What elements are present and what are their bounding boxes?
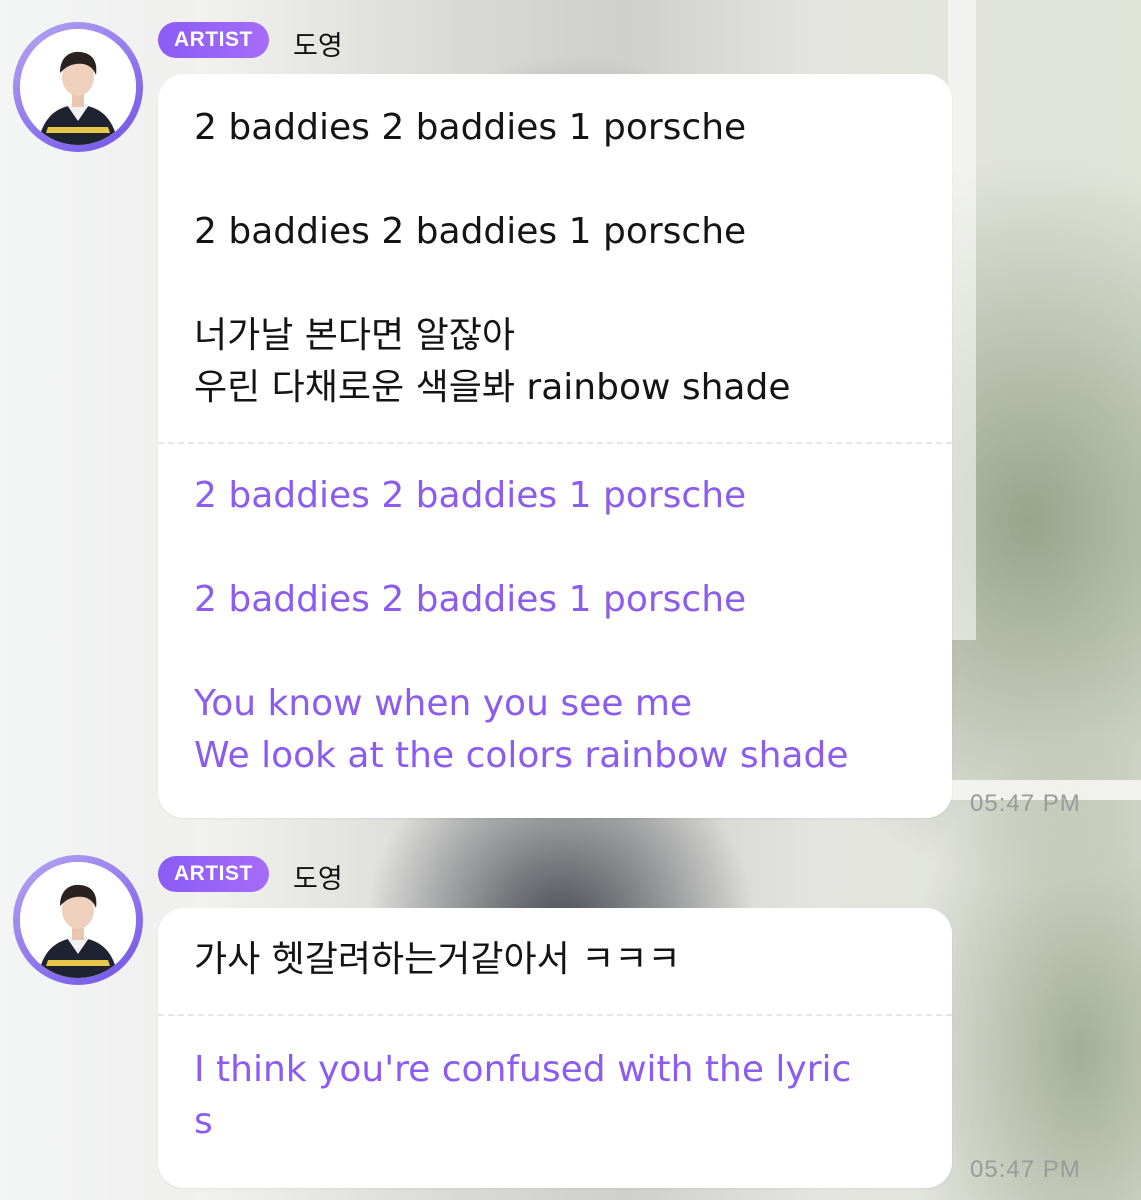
author-name[interactable]: 도영: [293, 857, 343, 896]
avatar-image: [20, 862, 136, 978]
message-time: 05:47 PM: [970, 1156, 1081, 1183]
message-bubble[interactable]: 가사 헷갈려하는거같아서 ㅋㅋㅋ I think you're confused…: [158, 908, 952, 1188]
original-text: 가사 헷갈려하는거같아서 ㅋㅋㅋ: [194, 939, 681, 980]
artist-badge: ARTIST: [158, 856, 269, 892]
avatar[interactable]: [13, 855, 143, 985]
translated-text: I think you're confused with the lyric s: [194, 1049, 852, 1142]
chat-message: ARTIST 도영 가사 헷갈려하는거같아서 ㅋㅋㅋ I think you'r…: [0, 0, 1141, 1200]
